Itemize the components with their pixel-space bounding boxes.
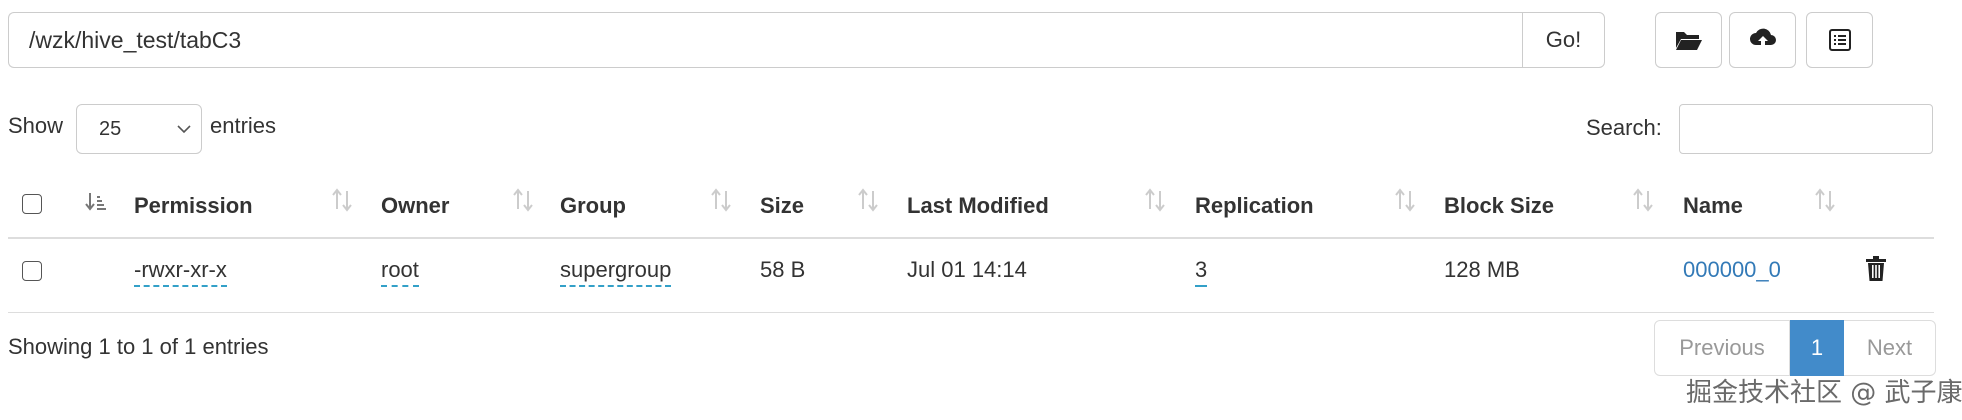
- sort-icon[interactable]: [1814, 187, 1836, 213]
- sort-icon[interactable]: [1394, 187, 1416, 213]
- sort-icon[interactable]: [512, 187, 534, 213]
- column-header-block-size[interactable]: Block Size: [1444, 193, 1554, 219]
- column-header-name[interactable]: Name: [1683, 193, 1743, 219]
- path-input[interactable]: [8, 12, 1522, 68]
- page-1-button[interactable]: 1: [1790, 320, 1844, 376]
- group-cell[interactable]: supergroup: [560, 257, 672, 287]
- sort-icon[interactable]: [857, 187, 879, 213]
- replication-cell[interactable]: 3: [1195, 257, 1208, 287]
- next-page-button[interactable]: Next: [1844, 320, 1936, 376]
- search-input[interactable]: [1679, 104, 1933, 154]
- watermark: 掘金技术社区 @ 武子康: [1686, 378, 1962, 408]
- sort-icon[interactable]: [710, 187, 732, 213]
- select-all-checkbox[interactable]: [22, 194, 42, 214]
- column-header-group[interactable]: Group: [560, 193, 626, 219]
- upload-button[interactable]: [1729, 12, 1796, 68]
- block-size-cell: 128 MB: [1444, 257, 1520, 282]
- previous-page-button[interactable]: Previous: [1654, 320, 1790, 376]
- column-header-owner[interactable]: Owner: [381, 193, 449, 219]
- trash-icon[interactable]: [1866, 256, 1886, 282]
- table-info: Showing 1 to 1 of 1 entries: [8, 334, 269, 359]
- column-header-permission[interactable]: Permission: [134, 193, 253, 219]
- path-bar: Go!: [8, 12, 1605, 68]
- list-view-button[interactable]: [1806, 12, 1873, 68]
- table-row-divider: [8, 312, 1934, 313]
- search-label: Search:: [1586, 115, 1662, 140]
- size-cell: 58 B: [760, 257, 806, 282]
- row-checkbox[interactable]: [22, 261, 42, 281]
- file-name-link[interactable]: 000000_0: [1683, 257, 1781, 283]
- entries-select-value: 25: [99, 117, 122, 140]
- entries-label: entries: [210, 113, 277, 138]
- chevron-down-icon: [177, 125, 191, 134]
- go-button[interactable]: Go!: [1522, 12, 1605, 68]
- open-folder-button[interactable]: [1655, 12, 1722, 68]
- open-folder-icon: [1675, 32, 1702, 50]
- cloud-upload-icon: [1749, 28, 1776, 49]
- show-label: Show: [8, 113, 64, 138]
- table-header-divider: [8, 237, 1934, 239]
- column-header-replication[interactable]: Replication: [1195, 193, 1314, 219]
- sort-icon[interactable]: [1144, 187, 1166, 213]
- last-modified-cell: Jul 01 14:14: [907, 257, 1027, 282]
- sort-icon[interactable]: [331, 187, 353, 213]
- owner-cell[interactable]: root: [381, 257, 419, 287]
- sort-desc-icon[interactable]: [84, 190, 108, 214]
- list-icon: [1828, 29, 1851, 51]
- permission-cell[interactable]: -rwxr-xr-x: [134, 257, 227, 287]
- column-header-last-modified[interactable]: Last Modified: [907, 193, 1049, 219]
- sort-icon[interactable]: [1632, 187, 1654, 213]
- entries-select[interactable]: 25: [76, 104, 202, 154]
- pagination: Previous 1 Next: [1654, 320, 1936, 376]
- column-header-size[interactable]: Size: [760, 193, 804, 219]
